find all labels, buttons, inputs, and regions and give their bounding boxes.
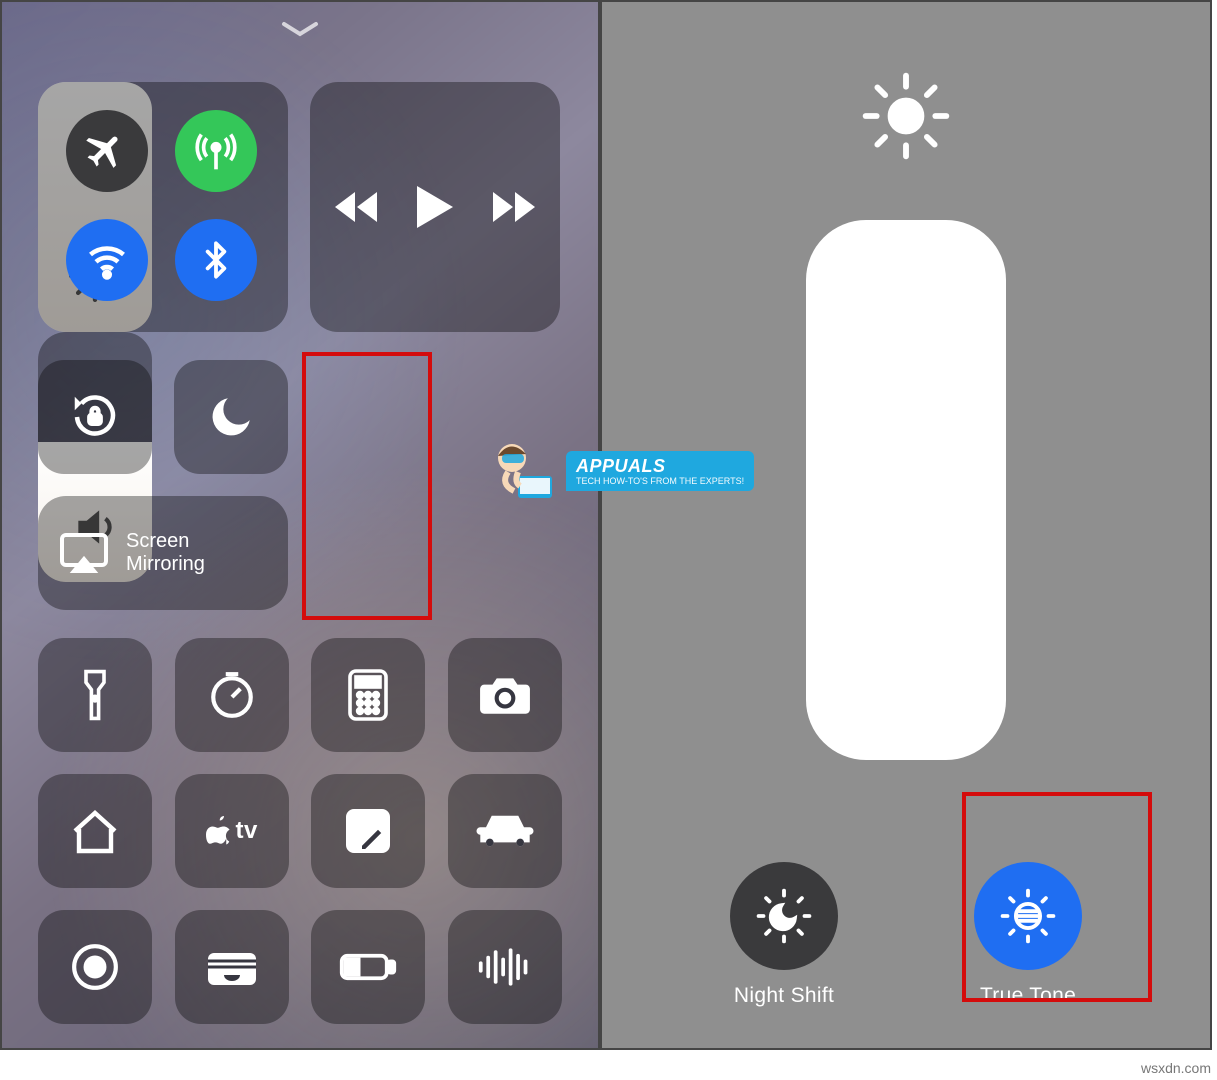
orientation-lock-toggle[interactable]: [38, 360, 152, 474]
wifi-toggle[interactable]: [66, 219, 148, 301]
timer-icon: [207, 670, 257, 720]
screen-record-icon: [70, 942, 120, 992]
wallet-button[interactable]: [175, 910, 289, 1024]
night-shift-icon: [755, 887, 813, 945]
rotation-lock-icon: [68, 390, 122, 444]
sun-icon: [862, 72, 950, 160]
bluetooth-toggle[interactable]: [175, 219, 257, 301]
apple-logo-icon: [205, 816, 231, 846]
fast-forward-icon: [491, 192, 537, 222]
carplay-button[interactable]: [448, 774, 562, 888]
notes-icon: [344, 807, 392, 855]
low-power-button[interactable]: [311, 910, 425, 1024]
calculator-button[interactable]: [311, 638, 425, 752]
flashlight-button[interactable]: [38, 638, 152, 752]
apple-tv-button[interactable]: tv: [175, 774, 289, 888]
screen-mirroring-button[interactable]: Screen Mirroring: [38, 496, 288, 610]
home-icon: [69, 807, 121, 855]
chevron-down-icon[interactable]: [280, 20, 320, 38]
rewind-icon: [333, 192, 379, 222]
battery-icon: [339, 952, 397, 982]
true-tone-icon: [999, 887, 1057, 945]
true-tone-toggle[interactable]: True Tone: [941, 862, 1116, 1008]
highlight-brightness-slider: [302, 352, 432, 620]
previous-track-button[interactable]: [333, 192, 379, 222]
play-button[interactable]: [417, 186, 453, 228]
watermark-tagline: TECH HOW-TO'S FROM THE EXPERTS!: [576, 477, 744, 487]
brightness-large-slider[interactable]: [806, 220, 1006, 760]
do-not-disturb-toggle[interactable]: [174, 360, 288, 474]
waveform-icon: [477, 947, 533, 987]
appletv-label: tv: [235, 817, 257, 845]
bluetooth-icon: [196, 240, 236, 280]
wallet-icon: [206, 946, 258, 988]
notes-button[interactable]: [311, 774, 425, 888]
attribution-text: wsxdn.com: [1141, 1060, 1211, 1076]
connectivity-group: [38, 82, 288, 332]
voice-memos-button[interactable]: [448, 910, 562, 1024]
screen-mirroring-label: Screen Mirroring: [126, 530, 205, 576]
next-track-button[interactable]: [491, 192, 537, 222]
screen-mirroring-icon: [60, 533, 108, 573]
calculator-icon: [348, 669, 388, 721]
play-icon: [417, 186, 453, 228]
watermark-brand: APPUALS: [576, 457, 744, 477]
wifi-icon: [85, 238, 129, 282]
true-tone-label: True Tone: [980, 984, 1076, 1008]
screen-record-button[interactable]: [38, 910, 152, 1024]
timer-button[interactable]: [175, 638, 289, 752]
night-shift-label: Night Shift: [734, 984, 834, 1008]
control-center-panel: Screen Mirroring: [2, 2, 598, 1048]
camera-icon: [478, 674, 532, 716]
home-button[interactable]: [38, 774, 152, 888]
night-shift-toggle[interactable]: Night Shift: [697, 862, 872, 1008]
brightness-header-icon: [862, 72, 950, 160]
camera-button[interactable]: [448, 638, 562, 752]
airplane-icon: [85, 129, 129, 173]
flashlight-icon: [82, 668, 108, 722]
antenna-icon: [194, 129, 238, 173]
appuals-watermark: APPUALS TECH HOW-TO'S FROM THE EXPERTS!: [490, 436, 754, 506]
cellular-data-toggle[interactable]: [175, 110, 257, 192]
moon-icon: [206, 392, 256, 442]
car-icon: [476, 812, 534, 850]
brightness-detail-panel: Night Shift True Tone: [602, 2, 1210, 1048]
media-controls-group: [310, 82, 560, 332]
airplane-mode-toggle[interactable]: [66, 110, 148, 192]
